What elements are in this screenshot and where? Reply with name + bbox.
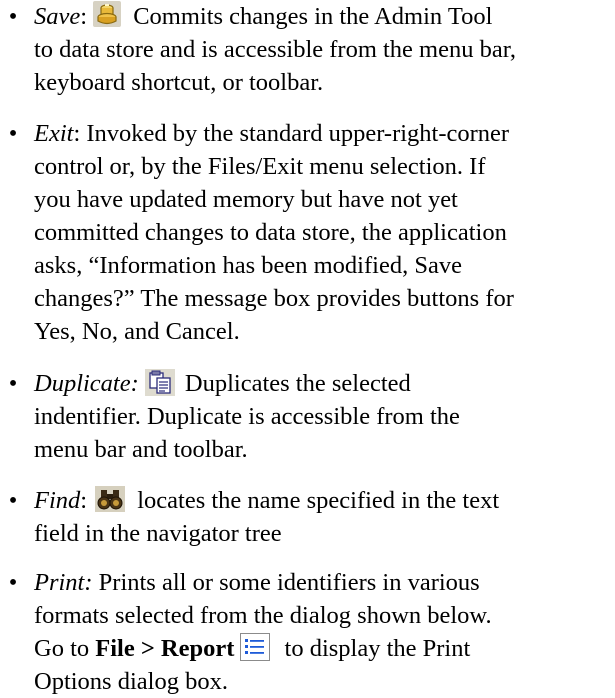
line: menu bar and toolbar. bbox=[34, 436, 248, 463]
item-body: Find: locates the name specified in the … bbox=[34, 484, 612, 550]
list-item-exit: • Exit: Invoked by the standard upper-ri… bbox=[0, 117, 612, 348]
line: asks, “Information has been modified, Sa… bbox=[34, 252, 462, 279]
list-item-save: • Save: Commits changes in the Admin Too… bbox=[0, 0, 612, 99]
line: Find: locates the name specified in the … bbox=[34, 484, 612, 517]
menu-path: File > Report bbox=[95, 635, 235, 662]
text: Go to bbox=[34, 635, 96, 662]
line: to data store and is accessible from the… bbox=[34, 36, 517, 63]
item-body: Save: Commits changes in the Admin Tool … bbox=[34, 0, 612, 99]
item-body: Exit: Invoked by the standard upper-righ… bbox=[34, 117, 612, 348]
bullet: • bbox=[8, 569, 18, 596]
report-icon bbox=[240, 633, 271, 662]
line: formats selected from the dialog shown b… bbox=[34, 602, 492, 629]
list-item-find: • Find: locates the name specified in th… bbox=[0, 484, 612, 550]
term-print: Print: bbox=[34, 569, 93, 596]
duplicate-icon bbox=[144, 368, 175, 396]
text: : bbox=[80, 3, 88, 30]
term-find: Find bbox=[34, 487, 81, 514]
line: Exit: Invoked by the standard upper-righ… bbox=[34, 117, 612, 150]
bullet: • bbox=[8, 3, 18, 30]
line: changes?” The message box provides butto… bbox=[34, 285, 514, 312]
line: Options dialog box. bbox=[34, 668, 228, 695]
term-save: Save bbox=[34, 3, 81, 30]
bullet: • bbox=[8, 370, 18, 397]
line: keyboard shortcut, or toolbar. bbox=[34, 69, 324, 96]
item-body: Duplicate: Duplicates the selected inden… bbox=[34, 367, 612, 466]
line: Print: Prints all or some identifiers in… bbox=[34, 566, 612, 599]
text: Commits changes in the Admin Tool bbox=[127, 3, 493, 30]
line: Duplicate: Duplicates the selected bbox=[34, 367, 612, 400]
line: Save: Commits changes in the Admin Tool bbox=[34, 0, 612, 33]
item-body: Print: Prints all or some identifiers in… bbox=[34, 566, 612, 698]
text: to display the Print bbox=[278, 635, 471, 662]
document-page: • Save: Commits changes in the Admin Too… bbox=[0, 0, 615, 695]
text: : bbox=[80, 487, 88, 514]
term-duplicate: Duplicate: bbox=[34, 370, 139, 397]
list-item-print: • Print: Prints all or some identifiers … bbox=[0, 566, 612, 698]
term-exit: Exit bbox=[34, 120, 74, 147]
bullet: • bbox=[8, 120, 18, 147]
line: committed changes to data store, the app… bbox=[34, 219, 507, 246]
line: field in the navigator tree bbox=[34, 520, 282, 547]
save-icon bbox=[93, 1, 122, 28]
binoculars-icon bbox=[95, 486, 126, 513]
line: indentifier. Duplicate is accessible fro… bbox=[34, 403, 460, 430]
line: Go to File > Report to display the Print bbox=[34, 632, 612, 665]
text: Prints all or some identifiers in variou… bbox=[92, 569, 480, 596]
line: control or, by the Files/Exit menu selec… bbox=[34, 153, 486, 180]
bullet: • bbox=[8, 487, 18, 514]
list-item-duplicate: • Duplicate: Duplicates the selected ind… bbox=[0, 367, 612, 466]
text: : Invoked by the standard upper-right-co… bbox=[73, 120, 510, 147]
text: Duplicates the selected bbox=[178, 370, 411, 397]
line: Yes, No, and Cancel. bbox=[34, 318, 240, 345]
text: locates the name specified in the text bbox=[131, 487, 500, 514]
line: you have updated memory but have not yet bbox=[34, 186, 458, 213]
